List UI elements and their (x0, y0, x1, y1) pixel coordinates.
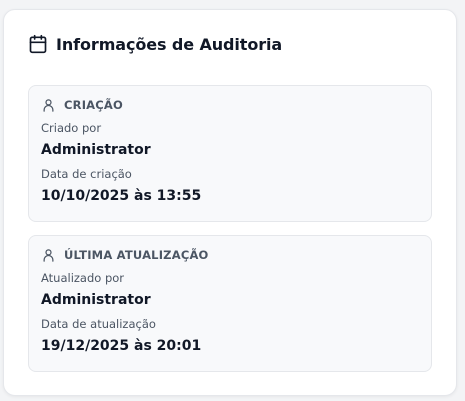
creation-section-header: CRIAÇÃO (41, 97, 419, 113)
updated-by-value: Administrator (41, 292, 151, 308)
audit-info-card: Informações de Auditoria CRIAÇÃO Criado … (3, 9, 457, 396)
user-icon (41, 248, 56, 263)
update-section-title: ÚLTIMA ATUALIZAÇÃO (64, 248, 209, 262)
updated-date-label: Data de atualização (41, 317, 156, 331)
user-icon (41, 98, 56, 113)
created-by-value: Administrator (41, 142, 151, 158)
calendar-icon (28, 34, 48, 54)
update-section: ÚLTIMA ATUALIZAÇÃO Atualizado por Admini… (28, 235, 432, 372)
card-header: Informações de Auditoria (28, 34, 282, 54)
creation-section: CRIAÇÃO Criado por Administrator Data de… (28, 85, 432, 222)
updated-by-label: Atualizado por (41, 271, 125, 285)
creation-section-title: CRIAÇÃO (64, 98, 123, 112)
created-date-label: Data de criação (41, 167, 132, 181)
created-date-value: 10/10/2025 às 13:55 (41, 188, 202, 204)
update-section-header: ÚLTIMA ATUALIZAÇÃO (41, 247, 419, 263)
created-by-label: Criado por (41, 121, 102, 135)
card-title: Informações de Auditoria (56, 34, 283, 54)
updated-date-value: 19/12/2025 às 20:01 (41, 338, 202, 354)
